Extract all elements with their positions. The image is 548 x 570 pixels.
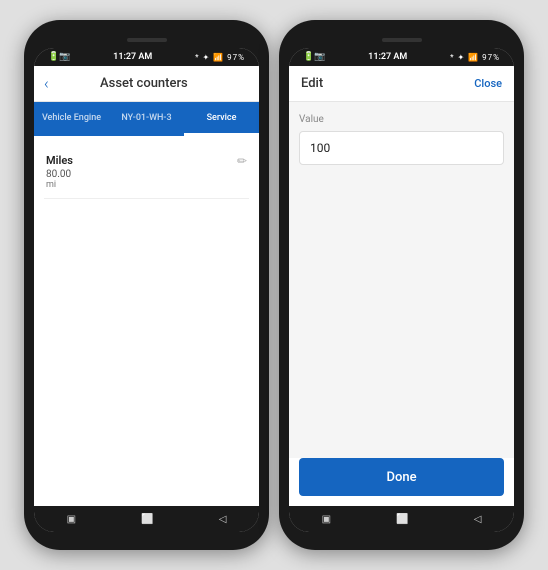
edit-content: Value 100 [289,102,514,458]
status-left-icons: 🔋📷 [48,52,70,62]
screen-2: 🔋📷 11:27 AM * ✦ 📶 97% Edit Close Value 1… [289,48,514,532]
status-left-icons-2: 🔋📷 [303,52,325,62]
status-bar-1: 🔋📷 11:27 AM * ✦ 📶 97% [34,48,259,66]
tab-bar-1: Vehicle Engine NY-01-WH-3 Service [34,102,259,136]
tab-service[interactable]: Service [184,102,259,136]
nav-square-icon[interactable]: ⬜ [141,514,153,525]
nav-squares-icon-2[interactable]: ▣ [322,514,331,525]
tab-vehicle-engine[interactable]: Vehicle Engine [34,102,109,136]
edit-nav-bar: Edit Close [289,66,514,102]
counter-unit: mi [46,180,73,190]
edit-counter-icon[interactable]: ✏ [237,154,247,168]
status-right-icons-1: * ✦ 📶 97% [195,53,245,62]
counter-value: 80.00 [46,169,73,180]
back-button[interactable]: ‹ [44,74,49,93]
bottom-nav-2: ▣ ⬜ ◁ [289,506,514,532]
nav-back-icon-2[interactable]: ◁ [474,514,482,525]
status-time-2: 11:27 AM [368,52,407,62]
edit-title: Edit [301,76,323,91]
phone-speaker-2 [382,38,422,42]
phone-speaker [127,38,167,42]
value-field-label: Value [299,114,504,125]
tab-ny-01-wh-3[interactable]: NY-01-WH-3 [109,102,184,136]
counter-miles: Miles 80.00 mi ✏ [44,146,249,199]
nav-bar-1: ‹ Asset counters [34,66,259,102]
screen-1: 🔋📷 11:27 AM * ✦ 📶 97% ‹ Asset counters V… [34,48,259,532]
nav-square-icon-2[interactable]: ⬜ [396,514,408,525]
value-input[interactable]: 100 [299,131,504,165]
counter-name: Miles [46,154,73,167]
status-bar-2: 🔋📷 11:27 AM * ✦ 📶 97% [289,48,514,66]
nav-squares-icon[interactable]: ▣ [67,514,76,525]
status-time-1: 11:27 AM [113,52,152,62]
done-button[interactable]: Done [299,458,504,496]
nav-back-icon[interactable]: ◁ [219,514,227,525]
counter-info: Miles 80.00 mi [46,154,73,190]
phone-1: 🔋📷 11:27 AM * ✦ 📶 97% ‹ Asset counters V… [24,20,269,550]
content-area-1: Miles 80.00 mi ✏ [34,136,259,506]
close-button[interactable]: Close [474,77,502,90]
bottom-nav-1: ▣ ⬜ ◁ [34,506,259,532]
status-right-icons-2: * ✦ 📶 97% [450,53,500,62]
phone-2: 🔋📷 11:27 AM * ✦ 📶 97% Edit Close Value 1… [279,20,524,550]
page-title-1: Asset counters [57,76,231,91]
